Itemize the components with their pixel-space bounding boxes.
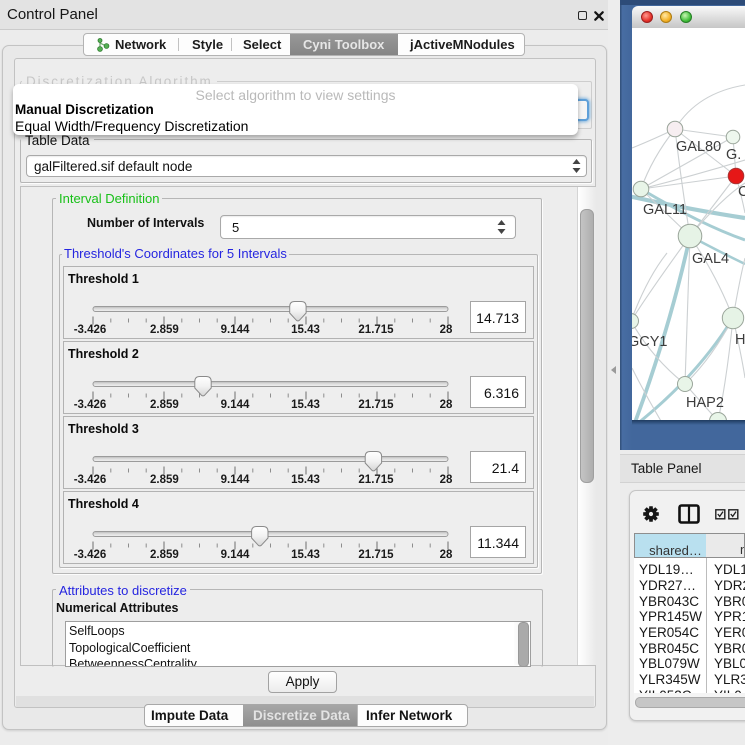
svg-text:H: H bbox=[735, 332, 745, 348]
svg-text:GCY1: GCY1 bbox=[632, 334, 668, 350]
svg-text:21.715: 21.715 bbox=[358, 474, 394, 486]
svg-text:9.144: 9.144 bbox=[221, 474, 250, 486]
svg-text:GAL80: GAL80 bbox=[676, 139, 721, 155]
svg-text:HAP2: HAP2 bbox=[686, 395, 724, 411]
svg-text:-3.426: -3.426 bbox=[74, 399, 107, 411]
svg-text:2.859: 2.859 bbox=[150, 324, 179, 336]
svg-text:15.43: 15.43 bbox=[291, 549, 320, 561]
svg-text:21.715: 21.715 bbox=[358, 324, 394, 336]
svg-text:28: 28 bbox=[440, 399, 453, 411]
svg-text:2.859: 2.859 bbox=[150, 474, 179, 486]
svg-text:21.715: 21.715 bbox=[358, 399, 394, 411]
svg-text:2.859: 2.859 bbox=[150, 549, 179, 561]
svg-text:C: C bbox=[738, 184, 745, 200]
svg-text:28: 28 bbox=[440, 549, 453, 561]
svg-text:9.144: 9.144 bbox=[221, 549, 250, 561]
svg-text:28: 28 bbox=[440, 474, 453, 486]
svg-text:-3.426: -3.426 bbox=[74, 474, 107, 486]
svg-text:GAL4: GAL4 bbox=[692, 251, 729, 267]
svg-text:15.43: 15.43 bbox=[291, 399, 320, 411]
svg-text:G.: G. bbox=[726, 147, 741, 163]
svg-text:-3.426: -3.426 bbox=[74, 324, 107, 336]
svg-text:9.144: 9.144 bbox=[221, 324, 250, 336]
svg-text:GAL11: GAL11 bbox=[643, 202, 687, 218]
svg-text:15.43: 15.43 bbox=[291, 324, 320, 336]
svg-text:9.144: 9.144 bbox=[221, 399, 250, 411]
svg-text:-3.426: -3.426 bbox=[74, 549, 107, 561]
svg-text:15.43: 15.43 bbox=[291, 474, 320, 486]
svg-text:21.715: 21.715 bbox=[358, 549, 394, 561]
svg-text:2.859: 2.859 bbox=[150, 399, 179, 411]
svg-text:28: 28 bbox=[440, 324, 453, 336]
